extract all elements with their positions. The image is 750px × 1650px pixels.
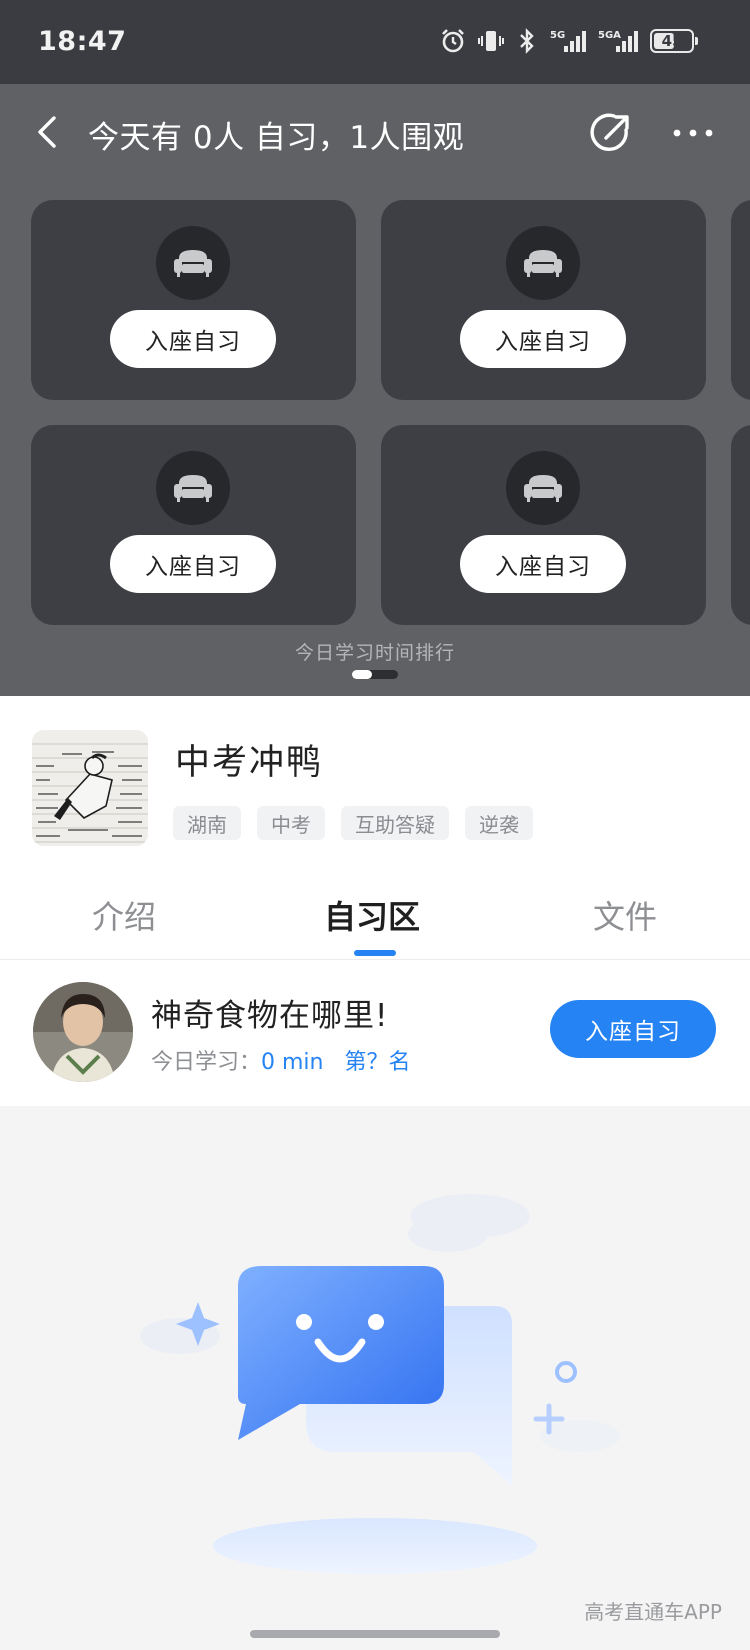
user-name: 神奇食物在哪里! — [151, 998, 389, 1034]
stats-prefix: 今日学习： — [151, 1050, 262, 1075]
seat-card-partial — [731, 425, 750, 625]
group-info: 中考冲鸭 湖南 中考 互助答疑 逆袭 介绍 自习区 文件 神奇食物在哪里! 今日… — [0, 696, 750, 1106]
chat-empty-illustration — [140, 1194, 620, 1574]
alarm-icon — [442, 29, 464, 53]
nav-bar: 今天有 0人 自习，1人围观 — [0, 84, 750, 184]
armchair-icon — [506, 226, 580, 300]
watermark: 高考直通车APP — [584, 1600, 722, 1624]
svg-text:5G: 5G — [550, 30, 565, 41]
status-icons: 5G 5GA 45 — [440, 28, 698, 54]
study-room: 今天有 0人 自习，1人围观 入座自习 入座自习 入座自习 入座自习 今日学习时… — [0, 84, 750, 696]
tag: 逆袭 — [465, 806, 533, 840]
armchair-icon — [156, 451, 230, 525]
user-avatar[interactable] — [33, 982, 133, 1082]
status-time: 18:47 — [38, 26, 127, 57]
vibrate-icon — [478, 31, 504, 51]
share-icon — [590, 113, 629, 151]
tab-study-area[interactable]: 自习区 — [324, 892, 420, 938]
empty-state: 高考直通车APP — [0, 1106, 750, 1650]
tag: 互助答疑 — [341, 806, 449, 840]
page-indicator — [352, 670, 398, 679]
seat-join-button[interactable]: 入座自习 — [110, 310, 276, 368]
seat-card-partial — [731, 200, 750, 400]
more-icon — [673, 129, 713, 137]
tag-list: 湖南 中考 互助答疑 逆袭 — [173, 806, 533, 840]
battery-level: 45 — [661, 32, 683, 50]
join-study-button[interactable]: 入座自习 — [550, 1000, 716, 1058]
armchair-icon — [506, 451, 580, 525]
study-minutes: 0 min — [261, 1050, 324, 1075]
signal-5ga-icon: 5GA — [598, 30, 638, 52]
back-button[interactable] — [28, 110, 72, 154]
signal-5g-icon: 5G — [550, 30, 586, 52]
tag: 湖南 — [173, 806, 241, 840]
armchair-icon — [156, 226, 230, 300]
tab-indicator — [354, 950, 396, 956]
svg-text:5GA: 5GA — [598, 30, 621, 41]
tab-bar: 介绍 自习区 文件 — [0, 892, 750, 960]
battery-icon: 45 — [650, 29, 698, 53]
user-row: 神奇食物在哪里! 今日学习：0 min 第？名 入座自习 — [0, 960, 750, 1106]
seat-join-button[interactable]: 入座自习 — [460, 535, 626, 593]
seat-join-button[interactable]: 入座自习 — [460, 310, 626, 368]
status-bar: 18:47 5G 5GA 45 — [0, 0, 750, 84]
seat-card: 入座自习 — [381, 200, 706, 400]
study-rank: 第？名 — [344, 1050, 411, 1075]
seat-card: 入座自习 — [31, 200, 356, 400]
group-name: 中考冲鸭 — [175, 743, 324, 783]
page-indicator-active — [352, 670, 372, 679]
tag: 中考 — [257, 806, 325, 840]
seat-card: 入座自习 — [31, 425, 356, 625]
bluetooth-icon — [520, 28, 534, 54]
tab-intro[interactable]: 介绍 — [92, 892, 156, 938]
chevron-left-icon — [38, 116, 56, 148]
tab-files[interactable]: 文件 — [593, 892, 657, 938]
seat-join-button[interactable]: 入座自习 — [110, 535, 276, 593]
user-stats: 今日学习：0 min 第？名 — [151, 1044, 411, 1076]
home-indicator[interactable] — [250, 1630, 500, 1638]
ranking-label[interactable]: 今日学习时间排行 — [0, 638, 750, 665]
seat-card: 入座自习 — [381, 425, 706, 625]
more-button[interactable] — [670, 110, 716, 156]
group-avatar[interactable] — [32, 730, 148, 846]
share-button[interactable] — [588, 110, 634, 156]
nav-title: 今天有 0人 自习，1人围观 — [88, 120, 465, 156]
